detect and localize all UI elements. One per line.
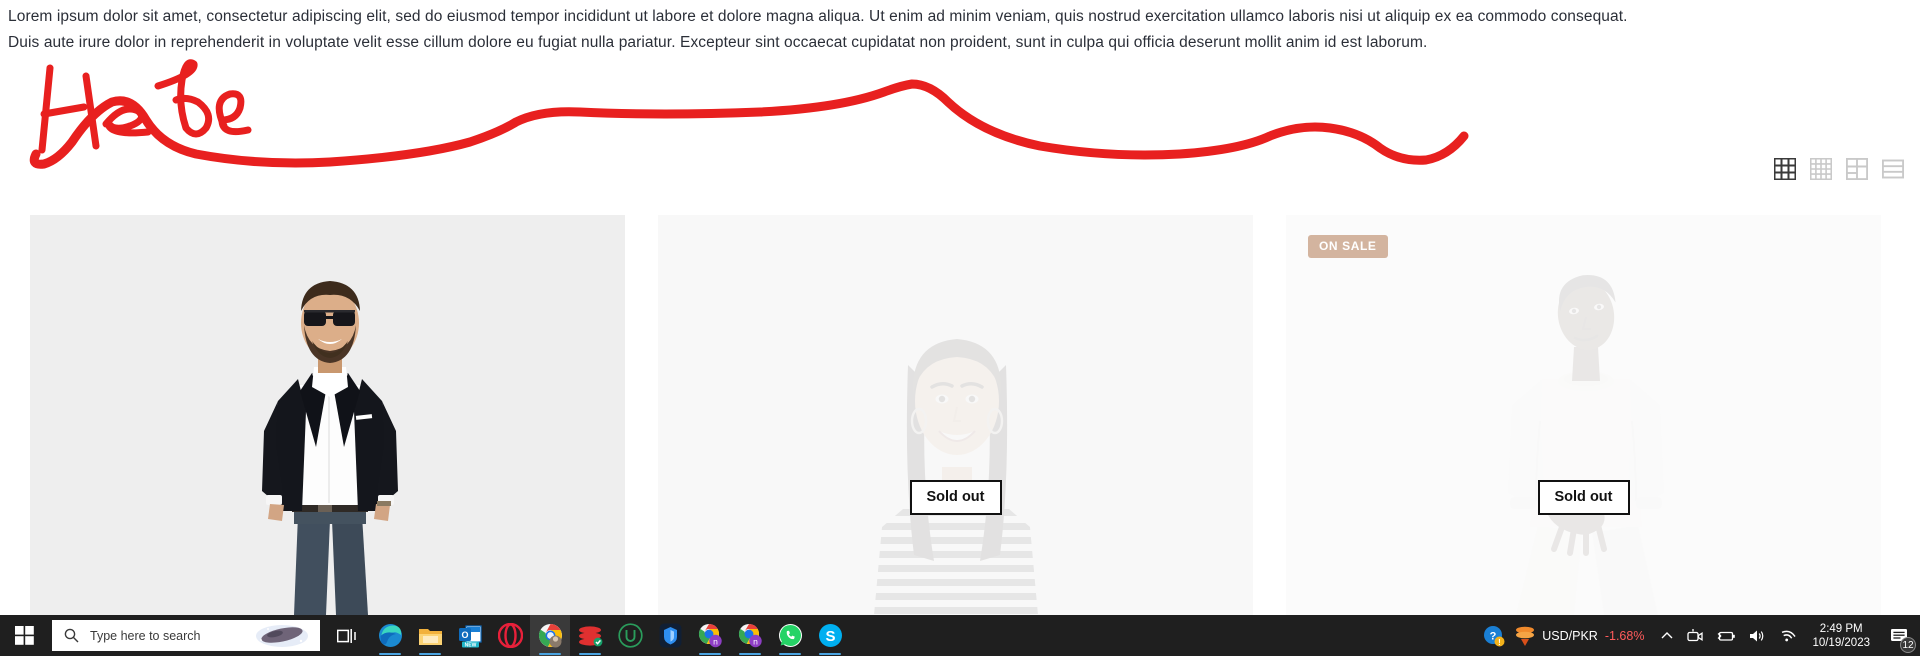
stocks-pair: USD/PKR [1542,628,1598,643]
edge-icon [378,624,402,647]
svg-text:S: S [825,628,835,645]
taskbar-app-whatsapp[interactable] [770,615,810,656]
shield-icon [659,623,681,648]
chrome-profile-icon: n [698,623,722,648]
sold-out-button[interactable]: Sold out [909,480,1002,515]
outlook-icon: O NEW [458,625,482,648]
opera-icon [497,623,523,648]
camera-tray-icon[interactable] [1680,615,1710,656]
product-image-man-white-sweatshirt [1286,215,1881,615]
web-page-viewport: Lorem ipsum dolor sit amet, consectetur … [0,0,1920,615]
taskbar-app-utorrent[interactable] [610,615,650,656]
search-placeholder: Type here to search [90,628,201,643]
task-view-icon [337,628,356,643]
stocks-down-icon [1516,626,1535,646]
product-image-man-black-blazer [30,215,625,615]
show-hidden-icons-button[interactable] [1654,615,1680,656]
volume-tray-icon[interactable] [1742,615,1772,656]
windows-logo-icon [14,626,34,645]
grid-3-columns-icon[interactable] [1774,158,1796,180]
list-view-icon[interactable] [1882,158,1904,180]
svg-text:n: n [713,636,718,646]
product-card-3[interactable]: ON SALE Sold out [1286,215,1881,615]
screen: Lorem ipsum dolor sit amet, consectetur … [0,0,1920,656]
product-image-woman-striped-shirt [658,215,1253,615]
svg-text:NEW: NEW [464,642,476,648]
taskbar-app-vpn-shield[interactable] [650,615,690,656]
stocks-widget[interactable]: USD/PKR -1.68% [1511,615,1654,656]
help-warning-icon: ? ! [1484,625,1505,647]
grid-4-columns-icon[interactable] [1810,158,1832,180]
clock-time: 2:49 PM [1819,622,1863,635]
product-card-1[interactable] [30,215,625,615]
utorrent-icon [617,623,643,648]
taskbar-app-red-stack[interactable] [570,615,610,656]
sold-out-button[interactable]: Sold out [1537,480,1630,515]
red-marker-annotation [29,59,1469,169]
help-warning-tray-icon[interactable]: ? ! [1477,615,1511,656]
taskbar-app-chrome-profile-2[interactable]: n [730,615,770,656]
wifi-tray-icon[interactable] [1772,615,1802,656]
windows-taskbar: Type here to search O NEW n n S ? ! USD/… [0,615,1920,656]
skype-icon: S [818,624,842,647]
svg-text:n: n [753,636,758,646]
system-tray: ? ! USD/PKR -1.68% 2:49 PM 10/19/2023 12 [1477,615,1920,656]
chrome-icon [538,624,562,648]
stocks-change: -1.68% [1604,628,1645,643]
chevron-up-icon [1661,631,1673,638]
intro-line-2: Duis aute irure dolor in reprehenderit i… [8,34,1428,51]
wifi-icon [1782,630,1797,642]
camera-icon [1687,628,1704,641]
svg-text:!: ! [1498,638,1501,647]
on-sale-badge: ON SALE [1308,235,1388,258]
taskbar-search-box[interactable]: Type here to search [52,620,320,651]
whatsapp-icon [778,624,802,647]
battery-icon [1718,631,1736,641]
product-card-2[interactable]: Sold out [658,215,1253,615]
taskbar-app-google-chrome[interactable] [530,615,570,656]
layout-switcher [1774,158,1904,180]
svg-text:O: O [461,630,468,640]
taskbar-app-opera[interactable] [490,615,530,656]
clock-date: 10/19/2023 [1812,636,1870,649]
notification-center-button[interactable]: 12 [1880,615,1918,656]
taskbar-app-outlook[interactable]: O NEW [450,615,490,656]
notification-count-badge: 12 [1900,637,1916,653]
folder-icon [418,628,442,645]
taskbar-app-list: O NEW n n S [370,615,850,656]
search-decoration-icon [256,625,308,647]
search-icon [52,620,90,651]
battery-tray-icon[interactable] [1710,615,1742,656]
taskbar-clock[interactable]: 2:49 PM 10/19/2023 [1802,615,1880,656]
product-grid: Sold out ON SALE Sold out [30,215,1890,615]
taskbar-app-chrome-profile-1[interactable]: n [690,615,730,656]
intro-line-1: Lorem ipsum dolor sit amet, consectetur … [8,8,1628,25]
volume-icon [1750,630,1764,641]
taskbar-app-skype[interactable]: S [810,615,850,656]
chrome-profile-icon: n [738,623,762,648]
red-stack-icon [578,625,602,646]
task-view-button[interactable] [324,615,370,656]
start-button[interactable] [0,615,48,656]
taskbar-app-microsoft-edge[interactable] [370,615,410,656]
grid-mixed-icon[interactable] [1846,158,1868,180]
intro-paragraph: Lorem ipsum dolor sit amet, consectetur … [8,4,1908,56]
taskbar-app-file-explorer[interactable] [410,615,450,656]
